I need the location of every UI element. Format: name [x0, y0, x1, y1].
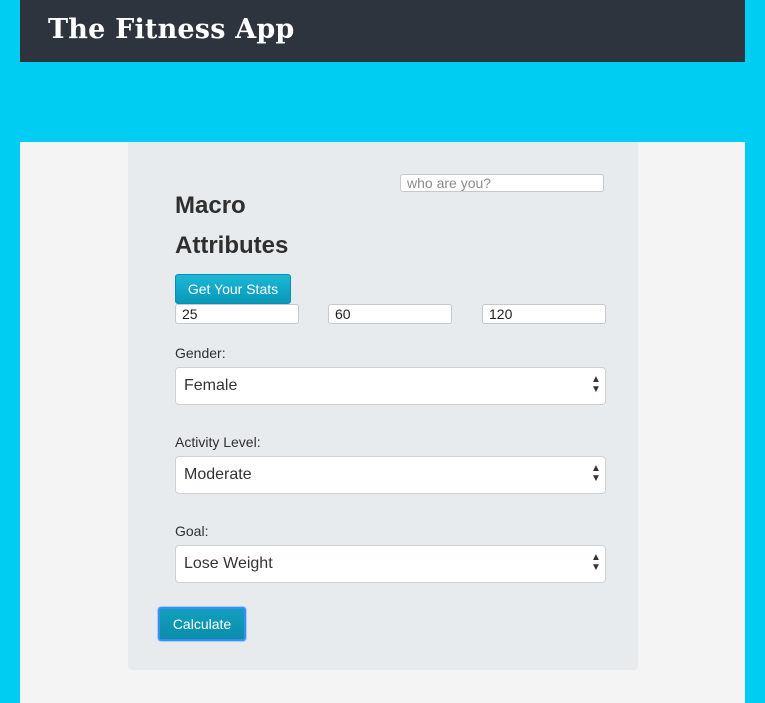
gender-select[interactable]: Female ▲ ▼ [175, 367, 606, 405]
stat-input-2[interactable] [328, 304, 452, 324]
up-down-chevrons-icon: ▲ ▼ [591, 552, 601, 573]
gender-label: Gender: [175, 345, 226, 361]
up-down-chevrons-icon: ▲ ▼ [591, 463, 601, 484]
form-title: Macro Attributes [175, 192, 289, 259]
stat-input-1[interactable] [175, 304, 299, 324]
calculate-button[interactable]: Calculate [158, 607, 246, 641]
get-stats-button[interactable]: Get Your Stats [175, 274, 291, 304]
up-down-chevrons-icon: ▲ ▼ [591, 374, 601, 395]
activity-level-select[interactable]: Moderate ▲ ▼ [175, 456, 606, 494]
identity-input[interactable] [400, 174, 604, 192]
top-navbar: The Fitness App [20, 0, 745, 62]
goal-value: Lose Weight [184, 555, 273, 572]
gender-value: Female [184, 377, 238, 394]
activity-level-value: Moderate [184, 466, 252, 483]
app-brand[interactable]: The Fitness App [48, 14, 295, 45]
macro-form-card: Macro Attributes Get Your Stats Gender: … [128, 142, 638, 670]
stat-input-3[interactable] [482, 304, 606, 324]
goal-select[interactable]: Lose Weight ▲ ▼ [175, 545, 606, 583]
activity-level-label: Activity Level: [175, 434, 261, 450]
goal-label: Goal: [175, 523, 209, 539]
page-content: Macro Attributes Get Your Stats Gender: … [20, 142, 745, 703]
